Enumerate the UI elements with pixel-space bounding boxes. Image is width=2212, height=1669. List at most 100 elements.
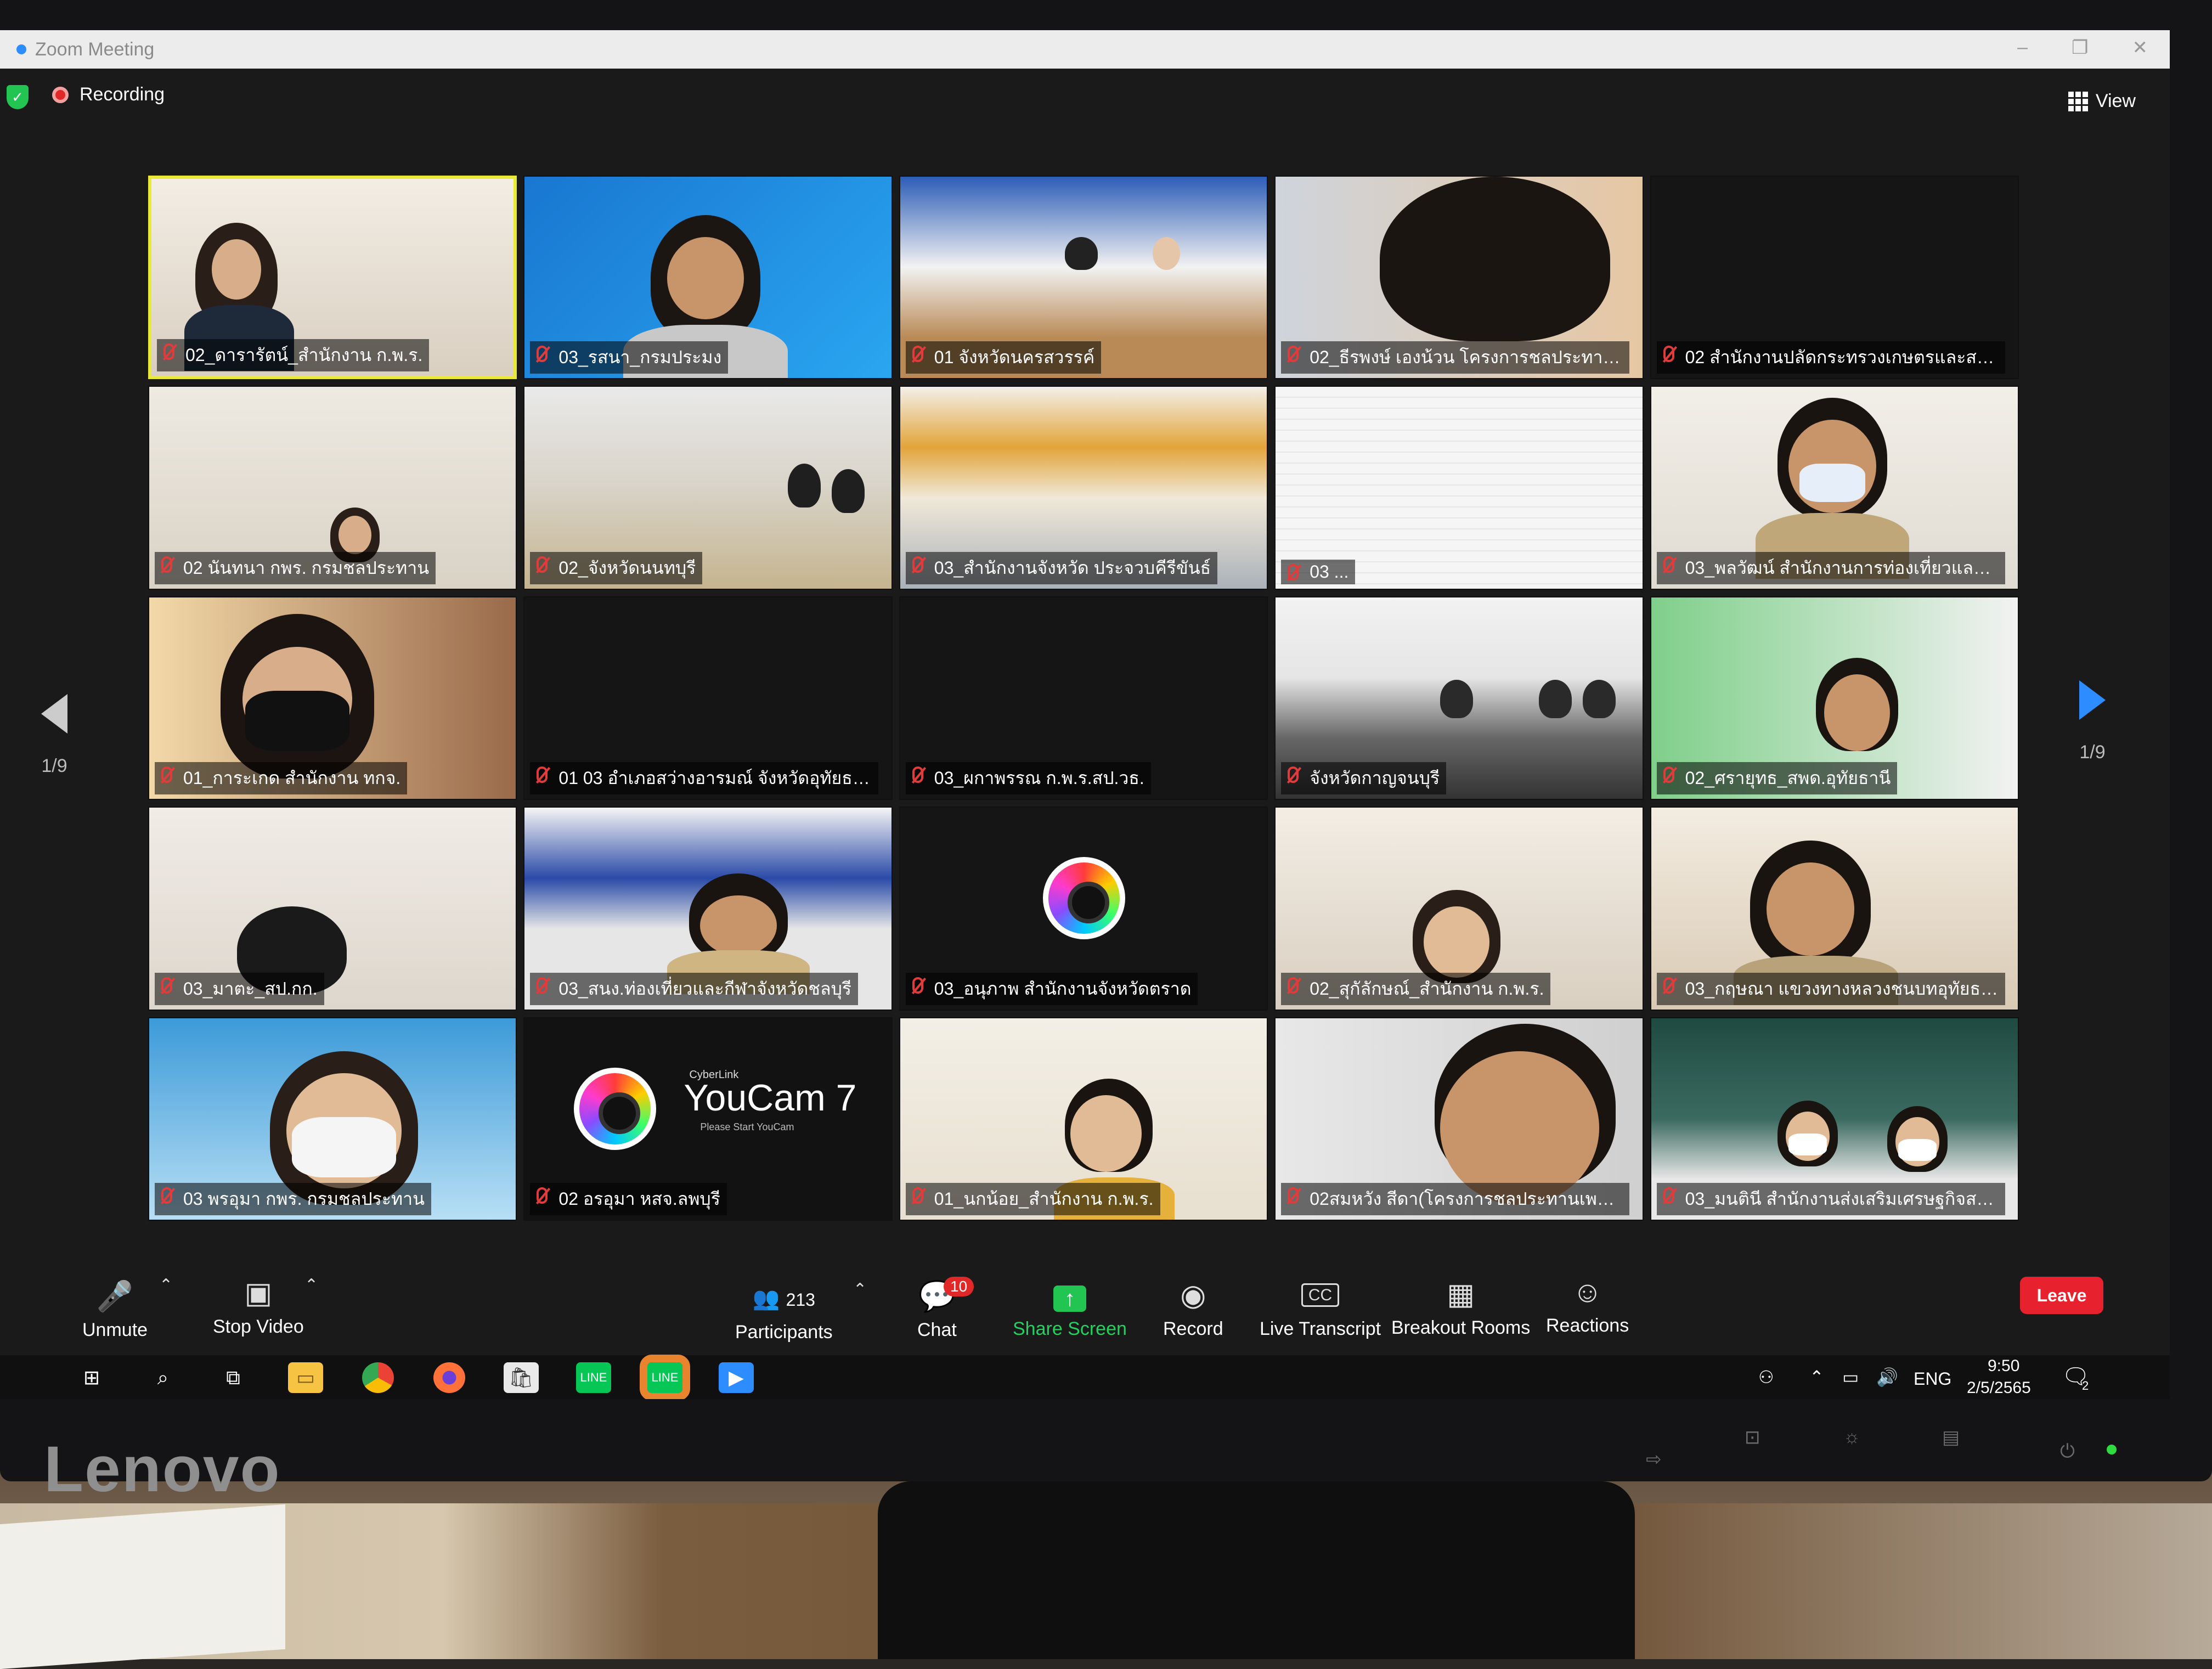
participant-name: 03_มนตินี สำนักงานส่งเสริมเศรษฐกิจสร้า..… [1656,1182,2005,1215]
view-label: View [2095,91,2136,111]
share-screen-button[interactable]: ↑ Share Screen [1013,1285,1127,1340]
participants-icon: 👥 213 [752,1287,815,1311]
mic-muted-icon [912,977,923,994]
participant-silhouette [1583,679,1616,718]
participant-name-text: 03_อนุภาพ สำนักงานจังหวัดตราด [934,978,1192,999]
mic-muted-icon [161,977,172,994]
participant-name: 03 ... [1281,559,1356,584]
unmute-label: Unmute [82,1320,148,1340]
windows-start-icon[interactable]: ⊞ [74,1362,109,1393]
brightness-icon[interactable]: ☼ [1843,1426,1860,1448]
participants-options-caret[interactable]: ⌃ [853,1280,867,1299]
record-label: Record [1163,1318,1223,1339]
video-options-caret[interactable]: ⌃ [304,1276,318,1295]
participant-name-text: 02 นันทนา กพร. กรมชลประทาน [183,557,430,578]
prev-page-button[interactable]: 1/9 [41,694,67,777]
participant-name: 03_กฤษณา แขวงทางหลวงชนบทอุทัยธานี [1656,972,2005,1005]
participant-name: 03_สำนักงานจังหวัด ประจวบคีรีขันธ์ [905,551,1218,584]
leave-button[interactable]: Leave [2020,1277,2103,1314]
participant-name-text: 02_สุกัลักษณ์_สำนักงาน ก.พ.ร. [1310,978,1544,999]
clock-time[interactable]: 9:50 [1988,1357,2019,1375]
participants-count: 213 [786,1290,815,1310]
input-source-icon[interactable]: ⇨ [1646,1448,1662,1470]
video-tile[interactable]: 02_สุกัลักษณ์_สำนักงาน ก.พ.ร. [1274,807,1644,1011]
monitor-screen: Zoom Meeting – ❐ ✕ ✓ Recording View 1/9 … [0,30,2170,1399]
meeting-topbar [0,69,2170,118]
unmute-button[interactable]: 🎤 Unmute [82,1280,148,1341]
line-icon[interactable]: LINE [576,1362,611,1393]
maximize-button[interactable]: ❐ [2072,37,2088,59]
zoom-icon [16,44,26,54]
video-tile[interactable]: 02 นันทนา กพร. กรมชลประทาน [148,386,517,590]
mic-muted-icon [161,556,172,573]
video-tile[interactable]: 03_พลวัฒน์ สำนักงานการท่องเที่ยวและกี... [1650,386,2019,590]
store-icon[interactable]: 🛍 [504,1362,539,1393]
participant-name: 03_ผกาพรรณ ก.พ.ร.สป.วธ. [905,762,1151,795]
video-tile[interactable]: 03_รสนา_กรมประมง [523,176,893,380]
video-tile[interactable]: CyberLink YouCam 7 Please Start YouCam 02 อ… [523,1017,893,1221]
audio-options-caret[interactable]: ⌃ [159,1276,173,1295]
video-tile[interactable]: 03 ... [1274,386,1644,590]
volume-icon[interactable]: 🔊 [1876,1367,1898,1388]
video-camera-icon: ▣ [244,1277,273,1310]
people-icon[interactable]: ⚇ [1758,1367,1774,1388]
participant-name-text: 02 สำนักงานปลัดกระทรวงเกษตรและสหกร [1685,347,2005,368]
video-tile[interactable]: 03_ผกาพรรณ ก.พ.ร.สป.วธ. [899,596,1268,800]
next-page-button[interactable]: 1/9 [2079,680,2106,763]
video-tile[interactable]: จังหวัดกาญจนบุรี [1274,596,1644,800]
network-icon[interactable]: ▭ [1842,1367,1859,1388]
video-tile[interactable]: 03 พรอุมา กพร. กรมชลประทาน [148,1017,517,1221]
record-button[interactable]: ◉ Record [1163,1279,1223,1340]
reactions-button[interactable]: ☺ Reactions [1546,1276,1629,1337]
smiley-plus-icon: ☺ [1572,1276,1603,1309]
video-tile[interactable]: 02สมหวัง สีดา(โครงการชลประทานเพชรบุร [1274,1017,1644,1221]
chrome-icon[interactable] [362,1362,394,1393]
line-active-icon[interactable]: LINE [640,1355,690,1399]
power-icon[interactable]: ⏻ [2060,1441,2075,1462]
display-mode-icon[interactable]: ⊡ [1745,1426,1760,1448]
tray-chevron-icon[interactable]: ⌃ [1809,1367,1824,1388]
video-tile[interactable]: 03_กฤษณา แขวงทางหลวงชนบทอุทัยธานี [1650,807,2019,1011]
search-icon[interactable]: ⌕ [145,1362,180,1393]
recording-indicator[interactable]: Recording [52,84,165,105]
video-tile[interactable]: 02_ศรายุทธ_สพด.อุทัยธานี [1650,596,2019,800]
video-tile[interactable]: 02_ดารารัตน์_สำนักงาน ก.พ.ร. [148,176,517,380]
mic-muted-icon [161,1187,172,1204]
participant-name: 02 อรอุมา หสจ.ลพบุรี [530,1182,727,1215]
video-tile[interactable]: 03_สนง.ท่องเที่ยวและกีฬาจังหวัดชลบุรี [523,807,893,1011]
video-tile[interactable]: 02_จังหวัดนนทบุรี [523,386,893,590]
participant-name: 03_อนุภาพ สำนักงานจังหวัดตราด [905,972,1198,1005]
video-tile[interactable]: 01_การะเกด สำนักงาน ทกจ. [148,596,517,800]
face-mask-shape [292,1117,396,1177]
video-tile[interactable]: 02 สำนักงานปลัดกระทรวงเกษตรและสหกร [1650,176,2019,380]
stop-video-button[interactable]: ▣ Stop Video [213,1277,304,1338]
video-tile[interactable]: 03_อนุภาพ สำนักงานจังหวัดตราด [899,807,1268,1011]
minimize-button[interactable]: – [2017,37,2028,59]
breakout-rooms-button[interactable]: ▦ Breakout Rooms [1391,1278,1530,1339]
video-tile[interactable]: 03_มาตะ_สป.กก. [148,807,517,1011]
participants-button[interactable]: 👥 213 Participants [735,1282,833,1343]
file-explorer-icon[interactable]: ▭ [288,1362,323,1393]
view-button[interactable]: View [2068,91,2136,112]
power-led [2107,1445,2117,1454]
video-tile[interactable]: 02_ธีรพงษ์ เองน้วน โครงการชลประทานก... [1274,176,1644,380]
menu-icon[interactable]: ▤ [1942,1426,1960,1448]
input-language[interactable]: ENG [1914,1369,1951,1389]
security-shield-icon[interactable]: ✓ [7,85,29,109]
participant-silhouette [1824,674,1890,751]
video-tile[interactable]: 01 จังหวัดนครสวรรค์ [899,176,1268,380]
share-screen-label: Share Screen [1013,1318,1127,1339]
video-tile[interactable]: 01_นกน้อย_สำนักงาน ก.พ.ร. [899,1017,1268,1221]
notification-count: 2 [2082,1379,2089,1392]
video-tile[interactable]: 03_สำนักงานจังหวัด ประจวบคีรีขันธ์ [899,386,1268,590]
close-button[interactable]: ✕ [2132,37,2148,59]
video-tile[interactable]: 01 03 อำเภอสว่างอารมณ์ จังหวัดอุทัยธานี [523,596,893,800]
task-view-icon[interactable]: ⧉ [216,1362,251,1393]
video-tile[interactable]: 03_มนตินี สำนักงานส่งเสริมเศรษฐกิจสร้า..… [1650,1017,2019,1221]
mic-muted-icon [912,556,923,573]
participant-silhouette [1766,862,1854,956]
zoom-taskbar-icon[interactable]: ▶ [719,1362,754,1393]
clock-date[interactable]: 2/5/2565 [1967,1379,2031,1397]
firefox-icon[interactable] [433,1362,465,1393]
live-transcript-button[interactable]: CC Live Transcript [1260,1279,1381,1340]
